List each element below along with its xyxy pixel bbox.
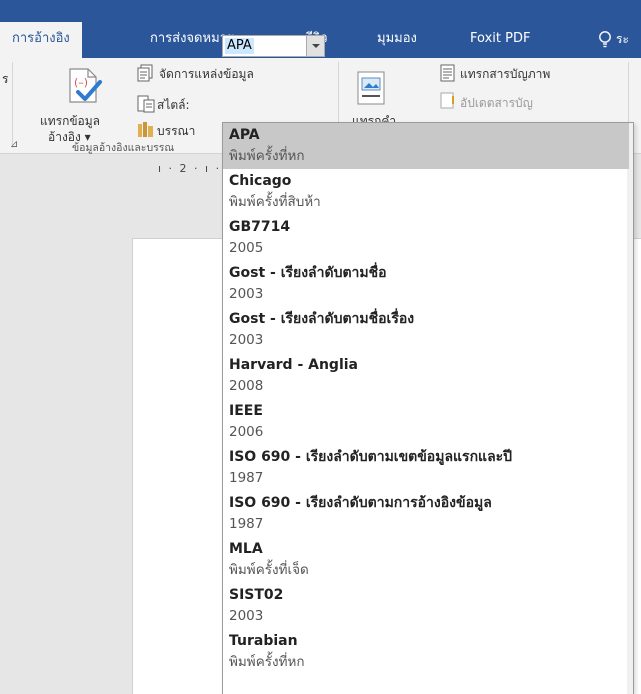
style-option-name: ISO 690 - เรียงลำดับตามการอ้างอิงข้อมูล (229, 495, 492, 511)
bibliography-icon (138, 122, 153, 137)
style-option-edition: พิมพ์ครั้งที่เจ็ด (229, 562, 309, 578)
style-option-edition: 1987 (229, 516, 264, 532)
style-option-name: MLA (229, 541, 263, 557)
tab-references[interactable]: การอ้างอิง (0, 22, 82, 58)
style-option-name: GB7714 (229, 219, 291, 235)
manage-sources-button[interactable]: จัดการแหล่งข้อมูล (137, 64, 287, 84)
ruler-numbers: ı · 2 · ı · (158, 162, 222, 175)
manage-sources-icon (137, 64, 153, 82)
update-table-icon (440, 92, 454, 109)
style-option[interactable]: Chicago พิมพ์ครั้งที่สิบห้า (223, 169, 629, 215)
style-label: สไตล์: (157, 98, 190, 112)
style-option-name: Gost - เรียงลำดับตามชื่อ (229, 265, 387, 281)
insert-caption-label: แทรกคำ (352, 114, 397, 122)
style-option[interactable]: Harvard - Anglia 2008 (223, 353, 629, 399)
update-table-button[interactable]: อัปเดตสารบัญ (460, 94, 533, 113)
table-of-figures-icon (440, 64, 455, 82)
style-option-name: Turabian (229, 633, 298, 649)
svg-text:(–): (–) (74, 76, 88, 89)
style-option-name: Harvard - Anglia (229, 357, 358, 373)
manage-sources-label: จัดการแหล่งข้อมูล (159, 67, 254, 81)
style-current-value: APA (225, 38, 254, 54)
style-option-edition: พิมพ์ครั้งที่หก (229, 148, 305, 164)
lightbulb-icon[interactable] (598, 30, 612, 50)
style-option-name: IEEE (229, 403, 263, 419)
style-dropdown-arrow[interactable] (306, 36, 324, 56)
style-option-name: APA (229, 127, 260, 143)
style-dropdown-list: APA พิมพ์ครั้งที่หก Chicago พิมพ์ครั้งที่สิ… (222, 122, 634, 694)
style-option[interactable]: SIST02 2003 (223, 583, 629, 629)
style-option-name: Gost - เรียงลำดับตามชื่อเรื่อง (229, 311, 415, 327)
style-option-name: Chicago (229, 173, 292, 189)
chevron-down-icon (312, 44, 320, 48)
style-option-edition: พิมพ์ครั้งที่สิบห้า (229, 194, 321, 210)
style-option-edition: 2003 (229, 286, 264, 302)
ribbon-separator (12, 62, 13, 148)
style-option-name: ISO 690 - เรียงลำดับตามเขตข้อมูลแรกและปี (229, 449, 513, 465)
style-option[interactable]: IEEE 2006 (223, 399, 629, 445)
style-option-edition: พิมพ์ครั้งที่หก (229, 654, 305, 670)
style-option[interactable]: ISO 690 - เรียงลำดับตามเขตข้อมูลแรกและปี… (223, 445, 629, 491)
style-option[interactable]: GB7714 2005 (223, 215, 629, 261)
style-option-edition: 2006 (229, 424, 264, 440)
style-option-edition: 2003 (229, 332, 264, 348)
style-option[interactable]: Turabian พิมพ์ครั้งที่หก (223, 629, 629, 675)
style-option-edition: 2003 (229, 608, 264, 624)
insert-citation-button[interactable]: (–) แทรกข้อมูล อ้างอิง ▾ (40, 62, 130, 144)
insert-table-of-figures-button[interactable]: แทรกสารบัญภาพ (460, 65, 550, 84)
word-window: การอ้างอิง การส่งจดหมาย รีวิว มุมมอง Fox… (0, 0, 641, 694)
style-option[interactable]: APA พิมพ์ครั้งที่หก (223, 123, 629, 169)
tab-foxit-pdf[interactable]: Foxit PDF (470, 22, 530, 58)
style-option[interactable]: Gost - เรียงลำดับตามชื่อเรื่อง 2003 (223, 307, 629, 353)
insert-citation-icon: (–) (69, 68, 102, 103)
style-icon (137, 95, 155, 113)
tab-view[interactable]: มุมมอง (377, 22, 417, 58)
style-option[interactable]: Gost - เรียงลำดับตามชื่อ 2003 (223, 261, 629, 307)
style-option-edition: 2005 (229, 240, 264, 256)
style-option-edition: 2008 (229, 378, 264, 394)
tell-me-text[interactable]: ระ (616, 30, 629, 49)
dialog-launcher-icon[interactable]: ⊿ (10, 139, 18, 150)
style-option-edition: 1987 (229, 470, 264, 486)
style-option[interactable]: MLA พิมพ์ครั้งที่เจ็ด (223, 537, 629, 583)
insert-caption-icon[interactable] (356, 70, 386, 106)
style-option[interactable]: ISO 690 - เรียงลำดับตามการอ้างอิงข้อมูล 1… (223, 491, 629, 537)
style-combobox[interactable]: APA (222, 35, 325, 57)
style-option-name: SIST02 (229, 587, 284, 603)
ribbon-cut-label: ร (2, 72, 9, 86)
